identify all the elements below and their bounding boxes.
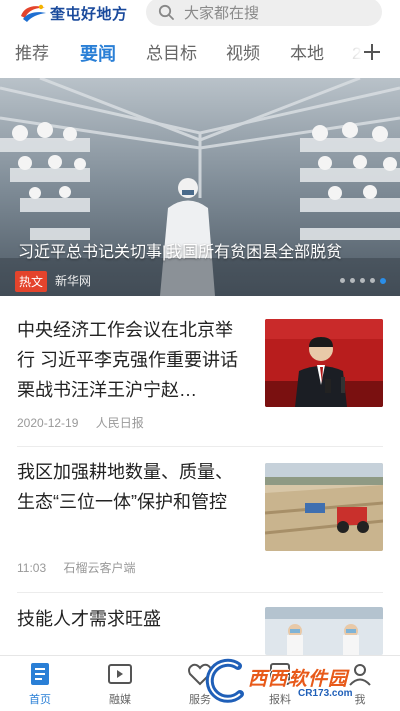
news-thumbnail xyxy=(265,607,383,655)
tab-local[interactable]: 本地 xyxy=(290,38,324,70)
category-tabs: 推荐 要闻 总目标 视频 本地 2 xyxy=(0,38,400,72)
carousel-indicator xyxy=(340,278,386,284)
news-source: 石榴云客户端 xyxy=(63,561,136,575)
headline-banner[interactable]: 习近平总书记关切事|我国所有贫困县全部脱贫 热文 新华网 xyxy=(0,78,400,296)
banner-image xyxy=(0,78,400,296)
nav-media[interactable]: 融媒 xyxy=(90,662,150,707)
watermark-url: CR173.com xyxy=(298,688,353,699)
divider xyxy=(17,592,383,593)
news-title: 中央经济工作会议在北京举行 习近平李克强作重要讲话 栗战书汪洋王沪宁赵… xyxy=(17,320,238,400)
banner-source: 新华网 xyxy=(55,274,92,288)
app-logo[interactable]: 奎屯好地方 xyxy=(18,1,128,25)
hot-tag-badge: 热文 xyxy=(15,271,48,292)
media-icon xyxy=(107,662,133,686)
carousel-dot xyxy=(340,278,345,283)
tab-recommend[interactable]: 推荐 xyxy=(15,38,49,70)
nav-home[interactable]: 首页 xyxy=(10,662,70,707)
add-channel-icon[interactable] xyxy=(360,40,384,64)
home-icon xyxy=(27,662,53,686)
carousel-dot xyxy=(350,278,355,283)
news-title: 我区加强耕地数量、质量、生态“三位一体”保护和管控 xyxy=(17,462,233,512)
tab-news[interactable]: 要闻 xyxy=(80,38,116,70)
logo-text: 奎屯好地方 xyxy=(50,5,128,23)
news-meta: 2020-12-19 人民日报 xyxy=(17,414,144,431)
watermark: 西西软件园 CR173.com xyxy=(196,658,396,704)
watermark-text: 西西软件园 xyxy=(248,669,349,690)
logo-icon xyxy=(18,2,48,24)
tab-video[interactable]: 视频 xyxy=(226,38,260,70)
news-date: 2020-12-19 xyxy=(17,416,79,430)
news-thumbnail xyxy=(265,319,383,407)
divider xyxy=(17,446,383,447)
tab-goals[interactable]: 总目标 xyxy=(146,38,197,70)
banner-title: 习近平总书记关切事|我国所有贫困县全部脱贫 xyxy=(18,244,343,261)
search-icon xyxy=(158,4,174,20)
nav-home-label: 首页 xyxy=(29,694,51,706)
carousel-dot xyxy=(360,278,365,283)
news-meta: 11:03 石榴云客户端 xyxy=(17,559,136,576)
news-title: 技能人才需求旺盛 xyxy=(17,609,161,629)
news-thumbnail xyxy=(265,463,383,551)
app-header: 奎屯好地方 大家都在搜 xyxy=(0,0,400,28)
watermark-logo-icon xyxy=(205,658,244,703)
search-placeholder: 大家都在搜 xyxy=(184,4,260,22)
nav-media-label: 融媒 xyxy=(109,694,131,706)
carousel-dot xyxy=(370,278,375,283)
carousel-dot-active xyxy=(380,278,386,284)
news-date: 11:03 xyxy=(17,561,47,575)
news-source: 人民日报 xyxy=(95,416,144,430)
search-input[interactable]: 大家都在搜 xyxy=(146,0,382,26)
